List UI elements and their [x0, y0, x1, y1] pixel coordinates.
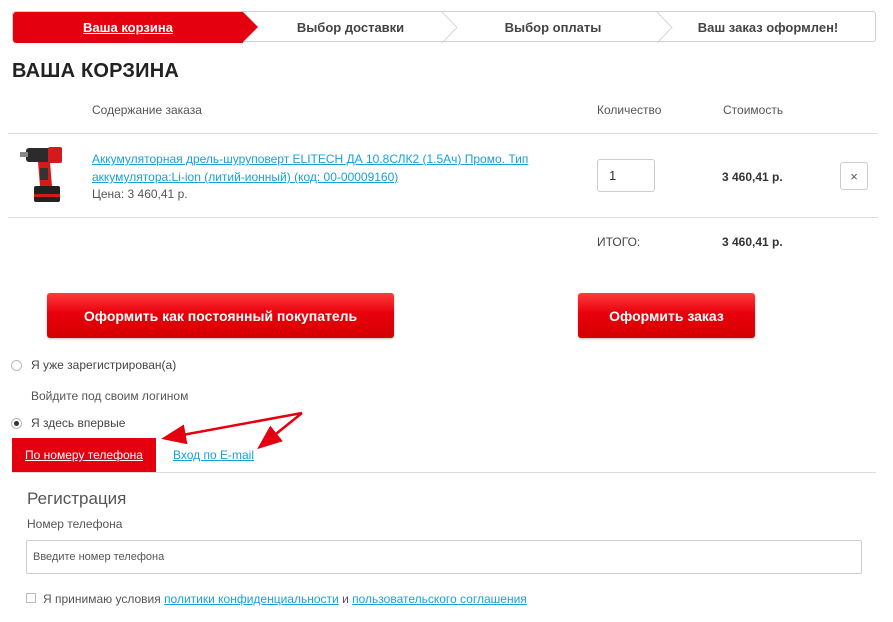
phone-input[interactable]: [26, 540, 862, 574]
user-agreement-link[interactable]: пользовательского соглашения: [352, 592, 527, 606]
first-time-label[interactable]: Я здесь впервые: [31, 416, 125, 430]
agree-checkbox[interactable]: [26, 593, 36, 603]
place-order-button[interactable]: Оформить заказ: [578, 293, 755, 338]
total-label: ИТОГО:: [597, 235, 641, 249]
header-cost: Стоимость: [723, 103, 784, 117]
phone-label: Номер телефона: [27, 517, 123, 531]
steps-bar: Ваша корзина Выбор доставки Выбор оплаты…: [12, 11, 876, 43]
product-image[interactable]: [20, 142, 72, 208]
product-price: Цена: 3 460,41 р.: [92, 187, 188, 201]
page-title: ВАША КОРЗИНА: [12, 60, 180, 82]
step-cart[interactable]: Ваша корзина: [13, 12, 243, 43]
product-link[interactable]: Аккумуляторная дрель-шуруповерт ELITECH …: [92, 150, 542, 186]
tab-phone-login[interactable]: По номеру телефона: [12, 438, 156, 472]
divider: [8, 133, 878, 134]
header-content: Содержание заказа: [92, 103, 202, 117]
header-quantity: Количество: [597, 103, 662, 117]
tab-email-login[interactable]: Вход по E-mail: [173, 448, 254, 462]
agree-text: Я принимаю условия политики конфиденциал…: [43, 592, 527, 606]
divider: [8, 217, 878, 218]
registered-label[interactable]: Я уже зарегистрирован(а): [31, 358, 176, 372]
step-complete[interactable]: Ваш заказ оформлен!: [668, 12, 868, 43]
quantity-input[interactable]: [597, 159, 655, 192]
close-icon: ×: [850, 168, 858, 184]
agree-and: и: [342, 592, 349, 606]
tabs-divider: [12, 472, 876, 473]
row-cost: 3 460,41 р.: [722, 170, 783, 184]
agree-prefix: Я принимаю условия: [43, 592, 161, 606]
registration-title: Регистрация: [27, 489, 127, 508]
radio-first-time[interactable]: [11, 418, 22, 429]
radio-registered[interactable]: [11, 360, 22, 371]
remove-item-button[interactable]: ×: [840, 162, 868, 190]
total-value: 3 460,41 р.: [722, 235, 783, 249]
checkout-regular-customer-button[interactable]: Оформить как постоянный покупатель: [47, 293, 394, 338]
privacy-policy-link[interactable]: политики конфиденциальности: [164, 592, 339, 606]
step-delivery[interactable]: Выбор доставки: [253, 12, 448, 43]
login-hint: Войдите под своим логином: [31, 389, 189, 403]
step-payment[interactable]: Выбор оплаты: [453, 12, 653, 43]
